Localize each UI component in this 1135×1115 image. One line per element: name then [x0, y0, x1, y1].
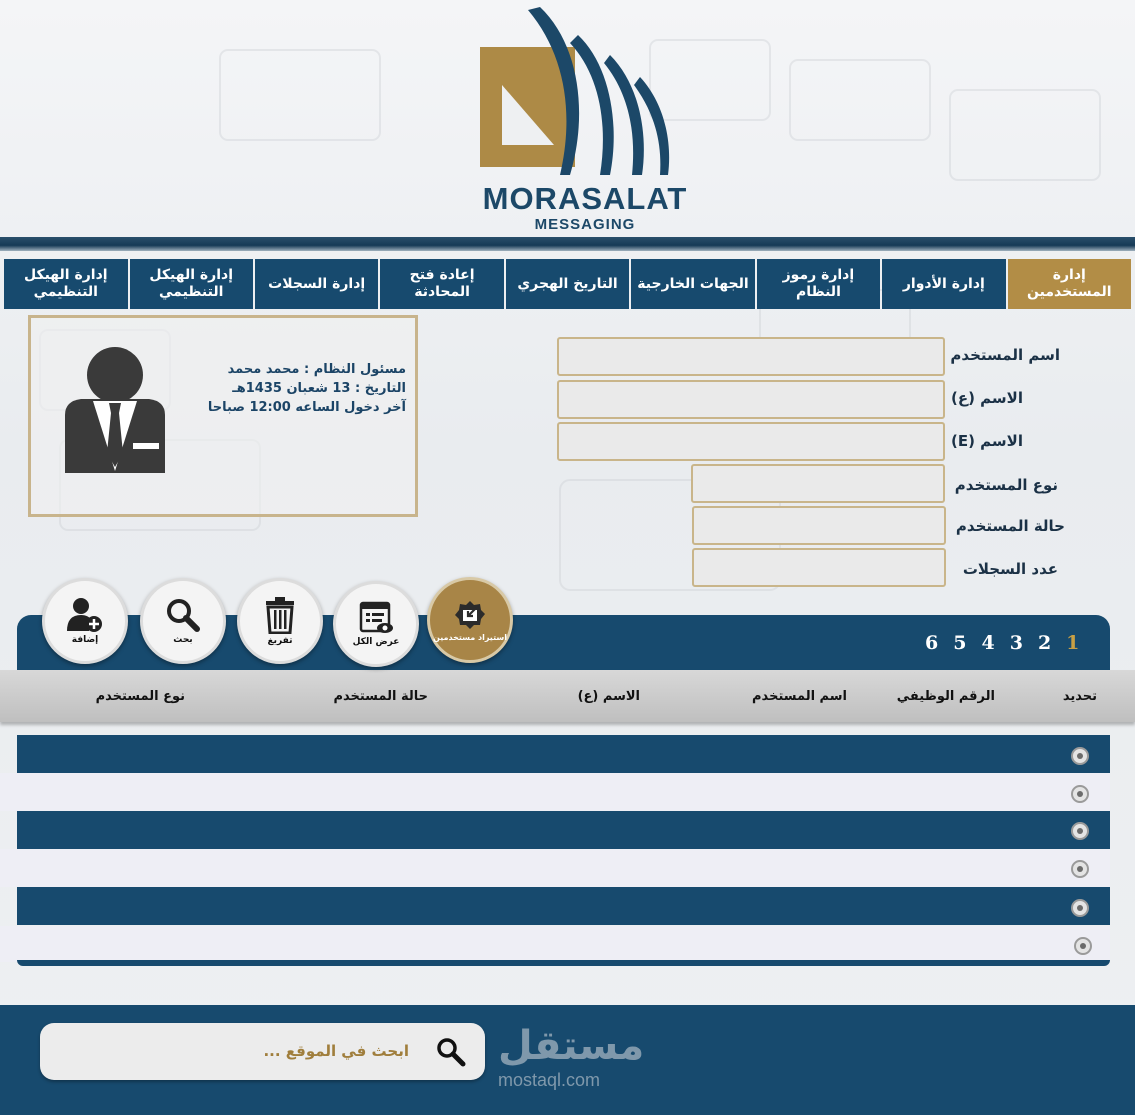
row-select-radio[interactable] [1074, 937, 1092, 955]
import-users-label: استيراد مستخدمين [433, 632, 507, 642]
import-users-button[interactable]: استيراد مستخدمين [427, 577, 513, 663]
label-name-en: الاسم (E) [950, 432, 1023, 450]
tab-org-structure[interactable]: إدارة الهيكل التنظيمي [129, 259, 253, 309]
user-tie-icon [65, 347, 165, 473]
tab-hijri-date[interactable]: التاريخ الهجري [505, 259, 630, 309]
th-employee-no: الرقم الوظيفي [896, 689, 995, 704]
site-search-input[interactable]: ابحث في الموقع ... [263, 1042, 409, 1060]
site-search-box[interactable]: ابحث في الموقع ... [40, 1023, 485, 1080]
list-view-icon [359, 601, 393, 633]
row-select-radio[interactable] [1071, 899, 1089, 917]
pagination: 1 2 3 4 5 6 [925, 632, 1079, 654]
row-select-radio[interactable] [1071, 822, 1089, 840]
name-ar-input[interactable] [557, 380, 945, 419]
trash-icon [266, 597, 294, 634]
main-nav: إدارة المستخدمين إدارة الأدوار إدارة رمو… [4, 259, 1131, 309]
view-all-button[interactable]: عرض الكل [333, 581, 419, 667]
page-3[interactable]: 3 [1010, 632, 1023, 654]
page-4[interactable]: 4 [981, 632, 994, 654]
import-icon [455, 600, 485, 629]
search-icon[interactable] [436, 1037, 466, 1067]
tab-external-entities[interactable]: الجهات الخارجية [631, 259, 755, 309]
user-date: التاريخ : 13 شعبان 1435هـ [232, 381, 406, 396]
user-role-name: مسئول النظام : محمد محمد [227, 362, 406, 377]
row-select-radio[interactable] [1071, 785, 1089, 803]
mostaql-logo-en: mostaql.com [498, 1070, 601, 1090]
label-username: اسم المستخدم [950, 346, 1060, 364]
label-user-status: حالة المستخدم [955, 517, 1065, 535]
label-record-count: عدد السجلات [962, 560, 1058, 578]
record-count-input[interactable] [692, 548, 946, 587]
row-select-radio[interactable] [1071, 860, 1089, 878]
user-status-input[interactable] [692, 506, 946, 545]
page-1[interactable]: 1 [1066, 632, 1079, 654]
table-panel-footer [17, 960, 1110, 966]
search-label: بحث [173, 635, 193, 645]
tab-org-structure-2[interactable]: إدارة الهيكل التنظيمي [4, 259, 128, 309]
th-status: حالة المستخدم [333, 689, 428, 704]
user-last-login: آخر دخول الساعه 12:00 صباحا [207, 400, 406, 415]
label-user-type: نوع المستخدم [954, 476, 1058, 494]
tab-users[interactable]: إدارة المستخدمين [1007, 259, 1131, 309]
search-button[interactable]: بحث [140, 578, 226, 664]
add-user-icon [67, 598, 102, 632]
page-2[interactable]: 2 [1038, 632, 1051, 654]
label-name-ar: الاسم (ع) [950, 389, 1023, 407]
logo-title: MORASALAT [482, 181, 688, 216]
logo-mark [480, 7, 670, 175]
tab-system-codes[interactable]: إدارة رموز النظام [756, 259, 881, 309]
tab-roles[interactable]: إدارة الأدوار [882, 259, 1006, 309]
row-select-radio[interactable] [1071, 747, 1089, 765]
page-6[interactable]: 6 [925, 632, 938, 654]
tab-records[interactable]: إدارة السجلات [254, 259, 379, 309]
add-user-button[interactable]: إضافة [42, 578, 128, 664]
header-divider [0, 237, 1135, 251]
user-type-input[interactable] [691, 464, 945, 503]
morasalat-logo: MORASALAT MESSAGING [470, 5, 700, 235]
table-row [17, 887, 1110, 925]
clear-button[interactable]: تفريغ [237, 578, 323, 664]
th-name-ar: الاسم (ع) [577, 689, 640, 704]
tab-reopen-conversation[interactable]: إعادة فتح المحادثة [380, 259, 504, 309]
th-username: اسم المستخدم [752, 689, 847, 704]
user-info-text: مسئول النظام : محمد محمد التاريخ : 13 شع… [191, 360, 406, 417]
name-en-input[interactable] [557, 422, 945, 461]
table-header: تحديد الرقم الوظيفي اسم المستخدم الاسم (… [0, 670, 1135, 722]
view-all-label: عرض الكل [352, 637, 400, 647]
th-type: نوع المستخدم [95, 689, 185, 704]
table-row [0, 849, 1110, 887]
table-row [17, 811, 1110, 849]
page-5[interactable]: 5 [953, 632, 966, 654]
clear-label: تفريغ [267, 636, 293, 646]
th-select: تحديد [1062, 689, 1097, 704]
mostaql-logo-ar: مستقل [498, 1023, 645, 1069]
search-icon [167, 599, 200, 632]
username-input[interactable] [557, 337, 945, 376]
add-user-label: إضافة [71, 635, 99, 645]
logo-subtitle: MESSAGING [534, 216, 636, 233]
user-info-card: مسئول النظام : محمد محمد التاريخ : 13 شع… [28, 315, 418, 517]
table-row [17, 735, 1110, 773]
table-row [0, 773, 1110, 811]
table-row [0, 926, 1110, 962]
